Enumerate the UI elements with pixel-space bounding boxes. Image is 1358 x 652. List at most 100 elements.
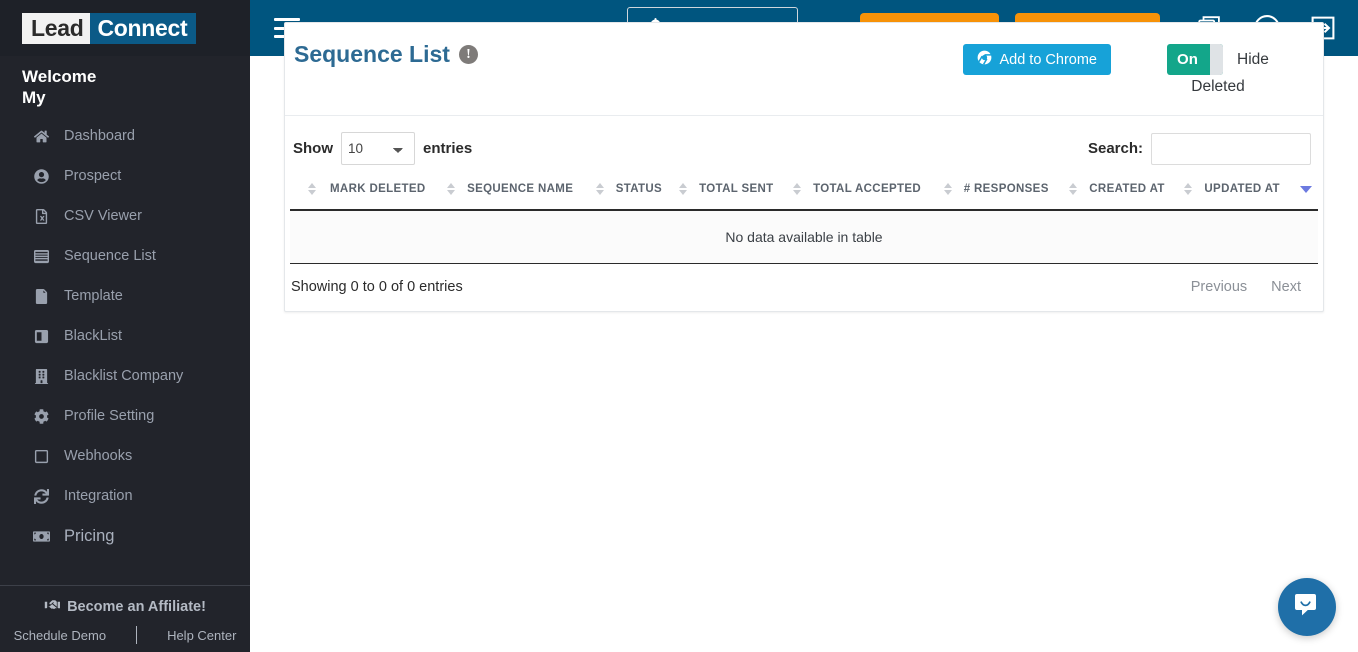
- building-icon: [33, 368, 50, 385]
- card-header-actions: Add to Chrome On Hide Deleted: [963, 41, 1303, 99]
- sidebar-item-label: Pricing: [64, 526, 115, 545]
- sort-icon-active-desc: [1300, 185, 1312, 193]
- square-outline-icon: [33, 448, 50, 465]
- column-header-updated-at[interactable]: UPDATED AT: [1198, 175, 1318, 211]
- file-excel-icon: [33, 208, 50, 225]
- sidebar-item-label: CSV Viewer: [64, 208, 142, 224]
- pagination-previous[interactable]: Previous: [1191, 279, 1247, 295]
- column-header-created-at[interactable]: CREATED AT: [1083, 175, 1199, 211]
- column-header-responses[interactable]: # RESPONSES: [957, 175, 1084, 211]
- pagination: Previous Next: [1191, 279, 1313, 295]
- sort-icon: [447, 183, 456, 195]
- hide-deleted-toggle[interactable]: On: [1167, 44, 1224, 75]
- column-header-status[interactable]: STATUS: [609, 175, 694, 211]
- sidebar-item-sequence-list[interactable]: Sequence List: [0, 236, 250, 276]
- sidebar-item-dashboard[interactable]: Dashboard: [0, 116, 250, 156]
- hide-deleted-label-line1: Hide: [1237, 50, 1269, 68]
- welcome-line-1: Welcome: [22, 67, 97, 86]
- sidebar-item-label: Sequence List: [64, 248, 156, 264]
- info-icon[interactable]: !: [458, 45, 478, 64]
- toggle-state-label: On: [1177, 51, 1198, 68]
- content-area: Release notes SUBSCRIBE PLAN START FREE …: [250, 0, 1358, 652]
- schedule-demo-link[interactable]: Schedule Demo: [14, 628, 107, 643]
- user-circle-icon: [33, 168, 50, 185]
- sidebar-item-csv-viewer[interactable]: CSV Viewer: [0, 196, 250, 236]
- logo-text-lead: Lead: [22, 12, 91, 44]
- sidebar-item-label: Dashboard: [64, 128, 135, 144]
- toggle-knob: [1210, 44, 1224, 75]
- pagination-next[interactable]: Next: [1271, 279, 1301, 295]
- sync-icon: [33, 488, 50, 505]
- sort-icon: [1184, 183, 1193, 195]
- table-controls: Show 10 25 50 100 entries Search:: [285, 116, 1323, 175]
- sidebar-item-integration[interactable]: Integration: [0, 476, 250, 516]
- sort-icon: [308, 183, 316, 195]
- sidebar: Lead Connect Welcome My Dashboard Prospec…: [0, 0, 250, 652]
- money-bill-icon: [33, 528, 50, 545]
- affiliate-label: Become an Affiliate!: [67, 599, 206, 615]
- page-length-control: Show 10 25 50 100 entries: [293, 132, 472, 165]
- brand-logo[interactable]: Lead Connect: [0, 0, 250, 56]
- footer-divider: [136, 626, 138, 644]
- column-header-total-sent[interactable]: TOTAL SENT: [693, 175, 808, 211]
- sidebar-item-label: Integration: [64, 488, 133, 504]
- column-label: SEQUENCE NAME: [467, 183, 574, 195]
- logo-text-connect: Connect: [90, 12, 197, 44]
- sidebar-item-blacklist-company[interactable]: Blacklist Company: [0, 356, 250, 396]
- list-table-icon: [33, 248, 50, 265]
- handshake-icon: [44, 598, 61, 616]
- home-icon: [33, 128, 50, 145]
- table-body: No data available in table: [290, 210, 1318, 264]
- add-to-chrome-button[interactable]: Add to Chrome: [963, 44, 1111, 75]
- column-header-mark-deleted[interactable]: MARK DELETED: [324, 175, 462, 211]
- sidebar-item-label: Webhooks: [64, 448, 133, 464]
- column-header-blank[interactable]: [290, 175, 324, 211]
- sidebar-item-label: Profile Setting: [64, 408, 155, 424]
- sort-icon: [1069, 183, 1078, 195]
- entries-label: entries: [423, 140, 473, 157]
- column-label: CREATED AT: [1089, 183, 1165, 195]
- sort-icon: [793, 183, 802, 195]
- sidebar-item-label: Prospect: [64, 168, 122, 184]
- sidebar-item-webhooks[interactable]: Webhooks: [0, 436, 250, 476]
- column-label: MARK DELETED: [330, 183, 426, 195]
- hide-deleted-label-line2: Deleted: [1191, 78, 1245, 95]
- sidebar-item-label: BlackList: [64, 328, 123, 344]
- sidebar-item-pricing[interactable]: Pricing: [0, 516, 250, 556]
- welcome-block: Welcome My: [0, 56, 250, 114]
- intercom-launcher-button[interactable]: [1278, 578, 1336, 636]
- table-footer: Showing 0 to 0 of 0 entries Previous Nex…: [285, 264, 1323, 311]
- search-input[interactable]: [1151, 132, 1311, 165]
- column-label: TOTAL SENT: [699, 183, 774, 195]
- become-affiliate-link[interactable]: Become an Affiliate!: [0, 598, 250, 616]
- column-label: TOTAL ACCEPTED: [813, 183, 922, 195]
- chrome-icon: [977, 50, 992, 69]
- column-header-total-accepted[interactable]: TOTAL ACCEPTED: [807, 175, 958, 211]
- welcome-line-2: My: [22, 88, 46, 107]
- table-empty-row: No data available in table: [290, 210, 1318, 264]
- chat-bubble-icon: [1293, 591, 1321, 624]
- sidebar-item-blacklist[interactable]: BlackList: [0, 316, 250, 356]
- page-title-text: Sequence List: [294, 41, 450, 67]
- card-header: Sequence List ! Add to Chrome On Hide De…: [285, 23, 1323, 116]
- sort-icon: [943, 183, 952, 195]
- file-icon: [33, 288, 50, 305]
- sidebar-item-prospect[interactable]: Prospect: [0, 156, 250, 196]
- column-header-sequence-name[interactable]: SEQUENCE NAME: [461, 175, 610, 211]
- sidebar-item-profile-setting[interactable]: Profile Setting: [0, 396, 250, 436]
- empty-message: No data available in table: [290, 210, 1318, 264]
- gear-icon: [33, 408, 50, 425]
- column-label: STATUS: [615, 183, 663, 195]
- sidebar-item-label: Template: [64, 288, 123, 304]
- table-header-row: MARK DELETED SEQUENCE NAME STATUS TOTAL …: [290, 175, 1318, 211]
- sidebar-footer-links: Schedule Demo Help Center: [0, 626, 250, 644]
- table-search: Search:: [1087, 132, 1311, 165]
- help-center-link[interactable]: Help Center: [167, 628, 236, 643]
- table-head: MARK DELETED SEQUENCE NAME STATUS TOTAL …: [290, 175, 1318, 211]
- search-label: Search:: [1087, 140, 1143, 157]
- hide-deleted-row: On Hide: [1167, 44, 1269, 75]
- page-length-select[interactable]: 10 25 50 100: [341, 132, 415, 165]
- show-label: Show: [293, 140, 333, 157]
- column-label: UPDATED AT: [1204, 183, 1280, 195]
- sidebar-item-template[interactable]: Template: [0, 276, 250, 316]
